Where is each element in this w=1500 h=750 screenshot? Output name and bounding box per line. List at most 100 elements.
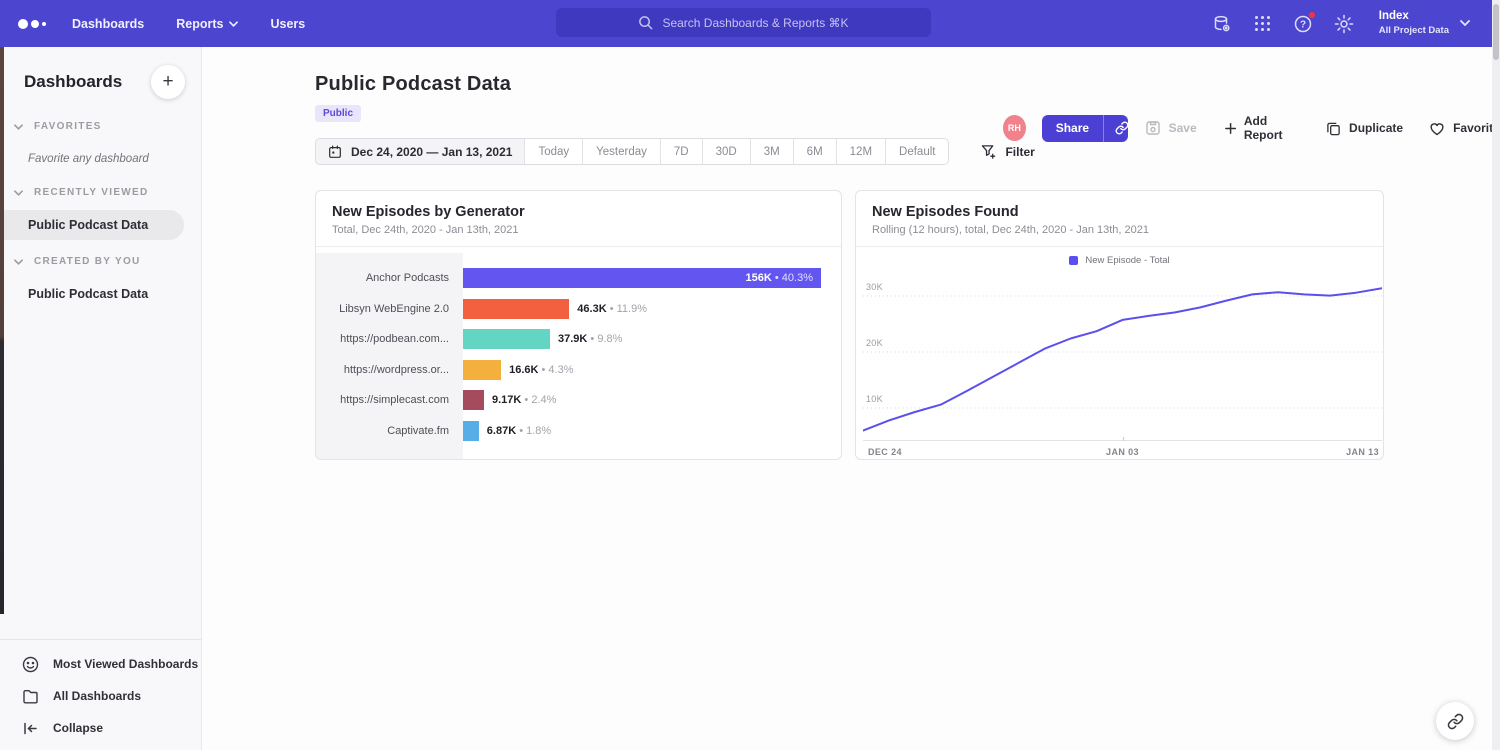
favorites-empty-text: Favorite any dashboard — [28, 153, 201, 165]
page-scrollbar[interactable] — [1492, 0, 1500, 750]
bar[interactable] — [463, 299, 569, 319]
window-edge-artifact — [0, 47, 4, 614]
folder-icon — [22, 688, 39, 705]
bar[interactable] — [463, 390, 484, 410]
public-badge: Public — [315, 105, 361, 122]
bar-category-label: Libsyn WebEngine 2.0 — [316, 303, 463, 315]
sidebar: Dashboards + FAVORITES Favorite any dash… — [0, 47, 202, 750]
all-dashboards-button[interactable]: All Dashboards — [0, 680, 201, 712]
most-viewed-dashboards-button[interactable]: Most Viewed Dashboards — [0, 648, 201, 680]
bar-row: Captivate.fm6.87K • 1.8% — [316, 416, 841, 447]
avatar[interactable]: RH — [1003, 115, 1026, 141]
nav-users[interactable]: Users — [270, 17, 305, 31]
filter-funnel-icon — [981, 144, 996, 159]
apps-grid-icon[interactable] — [1253, 14, 1272, 33]
notification-dot — [1308, 11, 1316, 19]
save-icon — [1145, 120, 1161, 136]
project-name: Index — [1379, 9, 1449, 25]
data-definitions-icon[interactable] — [1212, 14, 1232, 34]
bar-chart: Anchor Podcasts156K • 40.3%Libsyn WebEng… — [316, 253, 841, 459]
date-preset-12m[interactable]: 12M — [836, 139, 885, 164]
bar[interactable] — [463, 421, 479, 441]
sidebar-item-public-podcast-data-2[interactable]: Public Podcast Data — [0, 279, 201, 309]
share-button[interactable]: Share — [1042, 115, 1128, 142]
bar-category-label: https://wordpress.or... — [316, 364, 463, 376]
legend-swatch — [1069, 256, 1078, 265]
nav-reports[interactable]: Reports — [176, 17, 238, 31]
footer-item-label: Collapse — [53, 721, 103, 735]
calendar-icon — [328, 145, 342, 159]
chart-legend[interactable]: New Episode - Total — [856, 255, 1383, 266]
nav-dashboards[interactable]: Dashboards — [72, 17, 144, 31]
search-input[interactable]: Search Dashboards & Reports ⌘K — [556, 8, 931, 37]
sidebar-section-recently-viewed[interactable]: RECENTLY VIEWED — [0, 187, 201, 198]
mixpanel-logo-icon[interactable] — [18, 19, 46, 29]
bar-category-label: Captivate.fm — [316, 425, 463, 437]
date-preset-7d[interactable]: 7D — [660, 139, 702, 164]
bar-category-label: https://podbean.com... — [316, 333, 463, 345]
data-line — [863, 288, 1382, 430]
duplicate-icon — [1326, 121, 1341, 136]
sidebar-section-created-by-you[interactable]: CREATED BY YOU — [0, 256, 201, 267]
sidebar-footer: Most Viewed Dashboards All Dashboards Co… — [0, 639, 201, 750]
section-label: CREATED BY YOU — [34, 256, 141, 267]
header-actions: RH Share Save Add Report Duplicate — [1003, 114, 1500, 142]
chevron-down-icon — [14, 190, 23, 196]
add-dashboard-button[interactable]: + — [151, 65, 185, 99]
project-switcher[interactable]: Index All Project Data — [1379, 9, 1470, 37]
sidebar-section-favorites[interactable]: FAVORITES — [0, 121, 201, 132]
date-preset-today[interactable]: Today — [524, 139, 582, 164]
card-new-episodes-found: New Episodes Found Rolling (12 hours), t… — [855, 190, 1384, 460]
x-tick-dec24: DEC 24 — [868, 447, 902, 457]
line-chart-plot[interactable]: 30K 20K 10K — [863, 273, 1382, 440]
smiley-icon — [22, 656, 39, 673]
duplicate-button[interactable]: Duplicate — [1326, 121, 1403, 136]
share-link-fab[interactable] — [1436, 702, 1474, 740]
date-preset-30d[interactable]: 30D — [702, 139, 750, 164]
footer-item-label: All Dashboards — [53, 689, 141, 703]
section-label: FAVORITES — [34, 121, 102, 132]
line-chart-svg — [863, 273, 1382, 440]
help-icon[interactable]: ? — [1293, 14, 1313, 34]
plus-icon — [1225, 122, 1236, 135]
bar-value-label: 9.17K • 2.4% — [492, 394, 556, 406]
settings-icon[interactable] — [1334, 14, 1354, 34]
favorite-button[interactable]: Favorite — [1429, 121, 1500, 136]
y-tick-20k: 20K — [866, 338, 883, 348]
navbar-right: ? Index All Project Data — [1212, 0, 1470, 47]
chevron-down-icon — [1460, 20, 1470, 26]
chevron-down-icon — [229, 21, 238, 27]
bar-value-label: 37.9K • 9.8% — [558, 333, 622, 345]
nav-reports-label: Reports — [176, 17, 223, 31]
filter-label: Filter — [1005, 145, 1034, 159]
date-range-button[interactable]: Dec 24, 2020 — Jan 13, 2021 — [316, 139, 524, 164]
date-preset-default[interactable]: Default — [885, 139, 948, 164]
bar[interactable] — [463, 360, 501, 380]
save-button[interactable]: Save — [1145, 120, 1197, 136]
sidebar-title: Dashboards — [24, 72, 122, 92]
bar-row: Libsyn WebEngine 2.046.3K • 11.9% — [316, 294, 841, 325]
sidebar-item-public-podcast-data[interactable]: Public Podcast Data — [0, 210, 184, 240]
y-tick-30k: 30K — [866, 282, 883, 292]
x-axis-tick — [1123, 437, 1124, 441]
date-preset-6m[interactable]: 6M — [793, 139, 836, 164]
add-report-button[interactable]: Add Report — [1225, 114, 1300, 142]
search-icon — [638, 15, 653, 30]
collapse-sidebar-button[interactable]: Collapse — [0, 712, 201, 744]
share-link-segment[interactable] — [1103, 115, 1128, 142]
date-range-label: Dec 24, 2020 — Jan 13, 2021 — [351, 145, 512, 159]
bar-value-label: 156K • 40.3% — [746, 272, 821, 284]
bar[interactable] — [463, 329, 550, 349]
duplicate-label: Duplicate — [1349, 121, 1403, 135]
filter-button[interactable]: Filter — [981, 144, 1034, 159]
bar-category-label: https://simplecast.com — [316, 394, 463, 406]
footer-item-label: Most Viewed Dashboards — [53, 657, 198, 671]
scrollbar-thumb[interactable] — [1493, 4, 1499, 60]
date-preset-yesterday[interactable]: Yesterday — [582, 139, 660, 164]
y-tick-10k: 10K — [866, 394, 883, 404]
bar[interactable]: 156K • 40.3% — [463, 268, 821, 288]
x-axis: DEC 24 JAN 03 JAN 13 — [863, 440, 1382, 460]
add-report-label: Add Report — [1244, 114, 1300, 142]
date-preset-3m[interactable]: 3M — [750, 139, 793, 164]
bar-row: Anchor Podcasts156K • 40.3% — [316, 263, 841, 294]
